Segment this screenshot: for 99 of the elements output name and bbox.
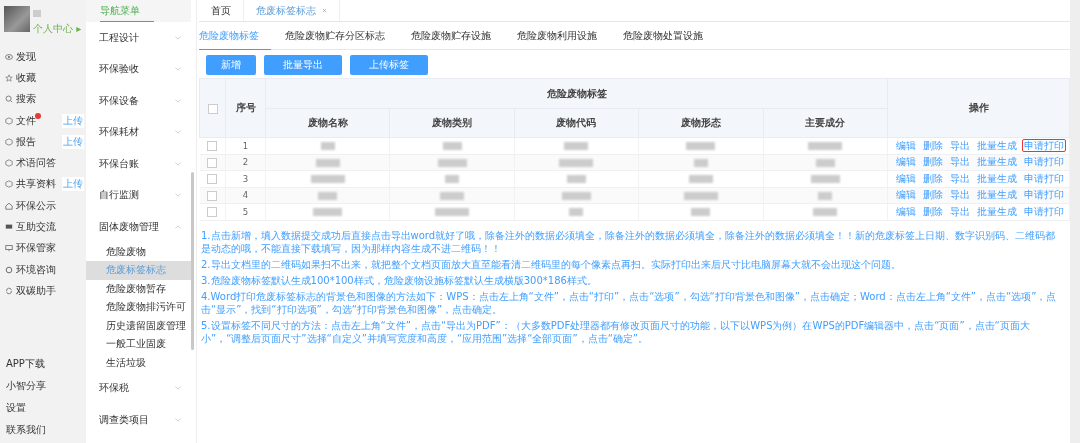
checkbox[interactable]	[207, 103, 218, 114]
checkbox[interactable]	[207, 174, 218, 184]
eye-icon	[5, 52, 13, 61]
redacted-block	[440, 191, 465, 200]
refresh-icon	[5, 286, 13, 295]
redacted-block	[818, 191, 833, 200]
redacted-block	[813, 208, 838, 217]
nav-menu-item[interactable]: 工程设计	[99, 30, 139, 45]
column-header: 废物代码	[556, 117, 597, 128]
column-header: 序号	[235, 102, 256, 113]
nav-menu-title: 导航菜单	[100, 4, 154, 22]
sub-tab[interactable]: 危险废物贮存设施	[411, 29, 503, 50]
sidebar-item[interactable]: 环保管家	[16, 241, 56, 256]
circle-icon	[5, 265, 13, 274]
sidebar-item[interactable]: 文件	[16, 113, 36, 128]
note-text: 4.Word打印危废标签标志的背景色和图像的方法如下：WPS：点击左上角“文件”，点击“打印”，点击“选项”，勾选“打印背景色和图像”，点击确定；Word：点击左上角“文件”，点击“选项”，点击“显示”，找到“打印选项”，勾选“打印背景色和图像”，点击确定。	[201, 289, 1058, 316]
sidebar-item[interactable]: 互助交流	[16, 220, 56, 234]
nav-submenu-item[interactable]: 一般工业固废	[86, 335, 191, 355]
redacted-block	[688, 175, 713, 184]
row-number: 4	[242, 190, 249, 201]
checkbox[interactable]	[207, 157, 218, 168]
sidebar-link[interactable]: APP下载	[6, 357, 86, 371]
checkbox[interactable]	[207, 141, 218, 151]
sidebar-item[interactable]: 报告	[16, 134, 36, 149]
row-number: 1	[242, 140, 249, 151]
avatar[interactable]	[4, 6, 30, 32]
redacted-block	[564, 142, 589, 151]
close-icon[interactable]	[322, 8, 327, 13]
nav-submenu-item[interactable]: 生活垃圾	[86, 354, 191, 373]
redacted-block	[442, 142, 462, 151]
nav-menu-item[interactable]: 环保验收	[99, 62, 139, 77]
redacted-block	[318, 191, 338, 200]
redacted-block	[561, 191, 591, 200]
note-text: 2.导出文档里的二维码如果扫不出来，就把整个文档页面放大直至能看清二维码里的每个像素点再扫。实际打印出来后尺寸比电脑屏幕大就不会出现这个问题。	[201, 257, 902, 271]
nav-submenu-item[interactable]: 危险废物暂存	[86, 279, 191, 299]
redacted-block	[445, 175, 460, 184]
monitor-icon	[5, 244, 13, 253]
sidebar-link[interactable]: 设置	[6, 401, 86, 415]
nav-submenu-item[interactable]: 危险废物排污许可	[86, 298, 191, 317]
search-icon	[5, 95, 13, 104]
column-header: 操作	[968, 102, 989, 113]
nav-menu-item[interactable]: 调查类项目	[99, 412, 149, 427]
note-text: 1.点击新增，填入数据提交成功后直接点击导出word就好了哦，除备注外的数据必须填全，除备注外的数据必须填全，除备注外的数据必须填全！！新的危废标签上日期、数字识别码、二维码都是动态的哦，不能直接下载填写，因为那样内容生成不进二维码！！	[201, 228, 1057, 255]
column-header: 废物形态	[680, 117, 721, 128]
sub-tab[interactable]: 危险废物利用设施	[517, 29, 609, 50]
nav-menu-item[interactable]: 自行监测	[99, 188, 139, 203]
redacted-block	[815, 158, 835, 167]
redacted-block	[693, 158, 708, 167]
redacted-block	[810, 175, 840, 184]
sidebar-item[interactable]: 共享资料	[16, 177, 56, 192]
sidebar-link[interactable]: 小智分享	[6, 379, 86, 393]
redacted-name	[33, 10, 41, 17]
redacted-block	[320, 142, 335, 151]
star-icon	[5, 73, 13, 82]
nav-menu-item[interactable]: 环保台账	[99, 156, 139, 171]
checkbox[interactable]	[207, 190, 218, 201]
nav-menu-item[interactable]: 环保设备	[99, 93, 139, 108]
note-text: 3.危险废物标签默认生成100*100样式，危险废物设施标签默认生成横版300*186样式。	[201, 273, 598, 287]
row-number: 5	[242, 206, 249, 217]
redacted-block	[315, 158, 340, 167]
scrollbar-track[interactable]	[1070, 0, 1080, 443]
column-header: 主要成分	[805, 117, 846, 128]
nav-menu-item[interactable]: 环保税	[99, 381, 129, 396]
nav-menu-item[interactable]: 环保耗材	[99, 125, 139, 140]
redacted-block	[691, 208, 711, 217]
sub-tab[interactable]: 危险废物处置设施	[623, 29, 715, 50]
redacted-block	[566, 175, 586, 184]
sidebar-item[interactable]: 搜索	[16, 92, 36, 107]
sidebar-item[interactable]: 环境咨询	[16, 262, 56, 277]
nav-menu-item[interactable]: 固体废物管理	[99, 219, 159, 234]
redacted-block	[437, 158, 467, 167]
sidebar-item[interactable]: 收藏	[16, 70, 36, 85]
chat-icon	[5, 223, 13, 231]
redacted-block	[569, 208, 584, 217]
redacted-block	[435, 208, 470, 217]
nav-submenu-item[interactable]: 历史遗留固废管理	[86, 316, 191, 336]
note-text: 5.设置标签不同尺寸的方法：点击左上角“文件”，点击“导出为PDF”：（大多数PDF处理器都有修改页面尺寸的功能，以下以WPS为例）在WPS的PDF编辑器中，点击“页面”，点击“页面大小”，“调整后页面尺寸”选择“自定义”并填写宽度和高度，“应用范围”选择“全部页面”，点击“确定”。	[201, 318, 1031, 345]
sub-tab[interactable]: 危险废物贮存分区标志	[285, 29, 397, 50]
sidebar-item[interactable]: 术语问答	[16, 156, 56, 171]
sidebar-item[interactable]: 发现	[16, 49, 36, 64]
redacted-block	[559, 158, 594, 167]
redacted-block	[808, 142, 843, 151]
house-icon	[5, 201, 13, 210]
sidebar-link[interactable]: 联系我们	[6, 423, 86, 437]
redacted-block	[313, 208, 343, 217]
page-tab[interactable]: 首页	[199, 0, 244, 21]
redacted-block	[686, 142, 716, 151]
sidebar-item[interactable]: 环保公示	[16, 198, 56, 213]
nav-submenu-item[interactable]: 危险废物	[86, 242, 191, 262]
redacted-block	[683, 191, 718, 200]
checkbox[interactable]	[207, 207, 218, 217]
redacted-block	[310, 175, 345, 184]
row-number: 3	[242, 173, 249, 184]
sidebar-item[interactable]: 双碳助手	[16, 283, 56, 298]
row-number: 2	[242, 157, 249, 168]
column-header: 废物名称	[307, 117, 348, 128]
column-group-header: 危险废物标签	[546, 87, 607, 99]
column-header: 废物类别	[432, 117, 473, 128]
scrollbar[interactable]	[191, 172, 194, 350]
